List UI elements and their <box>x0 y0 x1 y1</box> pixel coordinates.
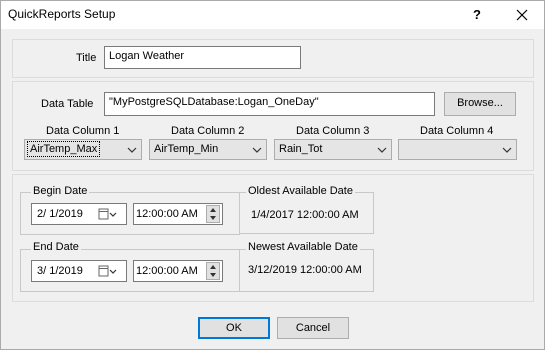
end-time-spinner[interactable] <box>206 262 220 280</box>
chevron-down-icon <box>252 147 262 153</box>
quickreports-setup-dialog: QuickReports Setup ? Title Logan Weather… <box>0 0 545 350</box>
title-bar: QuickReports Setup ? <box>1 1 544 29</box>
column-1-value: AirTemp_Max <box>27 141 101 157</box>
column-1-label: Data Column 1 <box>46 125 120 137</box>
end-date-value: 3/ 1/2019 <box>37 265 83 277</box>
newest-date-value: 3/12/2019 12:00:00 AM <box>248 264 362 276</box>
oldest-date-value: 1/4/2017 12:00:00 AM <box>251 209 359 221</box>
column-3-select[interactable]: Rain_Tot <box>274 139 392 160</box>
calendar-dropdown-icon[interactable] <box>98 208 118 221</box>
spin-up-icon[interactable] <box>207 206 219 214</box>
spin-down-icon[interactable] <box>207 271 219 279</box>
begin-date-label: Begin Date <box>31 185 90 197</box>
chevron-down-icon <box>127 147 137 153</box>
column-4-select[interactable] <box>398 139 517 160</box>
close-button[interactable] <box>511 5 533 25</box>
help-button[interactable]: ? <box>467 5 487 25</box>
begin-time-spinner[interactable] <box>206 205 220 223</box>
chevron-down-icon <box>377 147 387 153</box>
end-date-label: End Date <box>31 241 81 253</box>
begin-time-picker[interactable]: 12:00:00 AM <box>133 203 223 225</box>
data-table-input[interactable]: "MyPostgreSQLDatabase:Logan_OneDay" <box>104 92 435 116</box>
column-3-value: Rain_Tot <box>279 143 323 155</box>
column-2-label: Data Column 2 <box>171 125 245 137</box>
end-time-picker[interactable]: 12:00:00 AM <box>133 260 223 282</box>
chevron-down-icon <box>502 147 512 153</box>
begin-time-value: 12:00:00 AM <box>136 208 198 220</box>
title-group: Title Logan Weather <box>12 39 534 78</box>
begin-date-value: 2/ 1/2019 <box>37 208 83 220</box>
end-date-picker[interactable]: 3/ 1/2019 <box>31 260 127 282</box>
column-2-value: AirTemp_Min <box>154 143 219 155</box>
column-2-select[interactable]: AirTemp_Min <box>149 139 267 160</box>
begin-date-picker[interactable]: 2/ 1/2019 <box>31 203 127 225</box>
column-4-label: Data Column 4 <box>420 125 494 137</box>
column-3-label: Data Column 3 <box>296 125 370 137</box>
window-title: QuickReports Setup <box>8 7 116 21</box>
close-icon <box>516 9 528 21</box>
column-1-select[interactable]: AirTemp_Max <box>24 139 142 160</box>
data-table-label: Data Table <box>41 98 94 110</box>
browse-button[interactable]: Browse... <box>444 92 516 116</box>
spin-down-icon[interactable] <box>207 214 219 222</box>
spin-up-icon[interactable] <box>207 263 219 271</box>
end-time-value: 12:00:00 AM <box>136 265 198 277</box>
title-input[interactable]: Logan Weather <box>104 46 301 69</box>
ok-button[interactable]: OK <box>198 317 270 339</box>
date-range-group: Begin Date 2/ 1/2019 12:00:00 AM Oldest … <box>12 174 534 302</box>
data-source-group: Data Table "MyPostgreSQLDatabase:Logan_O… <box>12 81 534 171</box>
newest-date-label: Newest Available Date <box>246 241 360 253</box>
cancel-button[interactable]: Cancel <box>277 317 349 339</box>
calendar-dropdown-icon[interactable] <box>98 265 118 278</box>
oldest-date-label: Oldest Available Date <box>246 185 355 197</box>
title-label: Title <box>76 52 97 64</box>
